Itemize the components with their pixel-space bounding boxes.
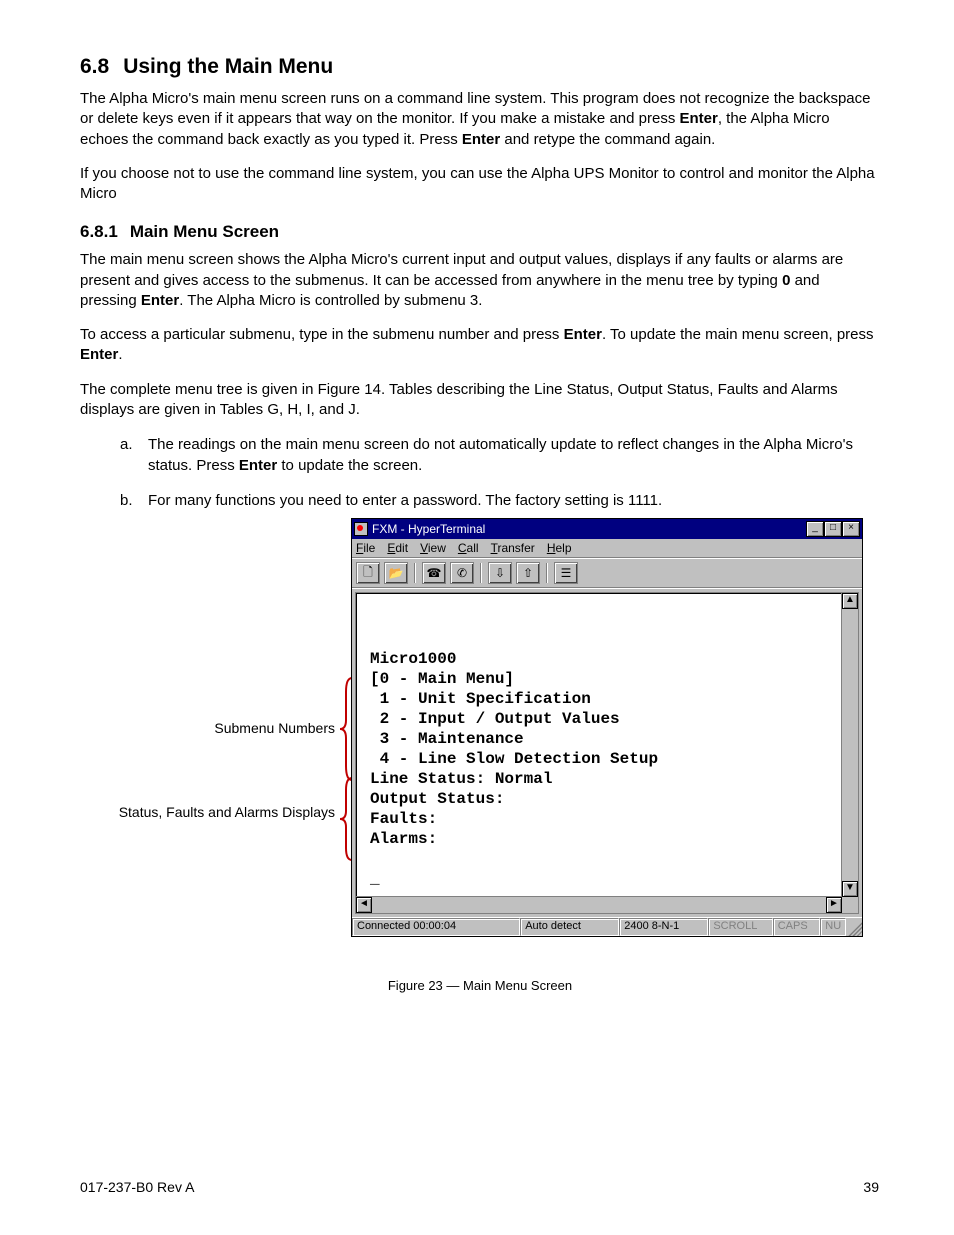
status-line: 2400 8-N-1 [619, 918, 708, 936]
hyperterminal-window: FXM - HyperTerminal _ □ × File Edit View… [351, 518, 863, 937]
send-icon[interactable]: ⇩ [488, 562, 512, 584]
annotation-submenu-numbers: Submenu Numbers [95, 720, 335, 736]
vertical-scrollbar[interactable]: ▲ ▼ [841, 593, 858, 897]
properties-icon[interactable]: ☰ [554, 562, 578, 584]
status-scroll: SCROLL [708, 918, 772, 936]
doc-id: 017-237-B0 Rev A [80, 1179, 194, 1195]
paragraph-3: The main menu screen shows the Alpha Mic… [80, 250, 879, 311]
paragraph-5: The complete menu tree is given in Figur… [80, 380, 879, 421]
annotation-status-displays: Status, Faults and Alarms Displays [95, 804, 335, 820]
status-connected: Connected 00:00:04 [352, 918, 520, 936]
statusbar: Connected 00:00:04 Auto detect 2400 8-N-… [352, 917, 862, 936]
connect-icon[interactable]: ☎ [422, 562, 446, 584]
lettered-list: a. The readings on the main menu screen … [80, 434, 879, 511]
menu-edit[interactable]: Edit [387, 541, 408, 555]
status-num: NU [820, 918, 846, 936]
subsection-title: Main Menu Screen [130, 222, 279, 241]
close-button[interactable]: × [842, 521, 860, 537]
paragraph-2: If you choose not to use the command lin… [80, 164, 879, 205]
menu-help[interactable]: Help [547, 541, 572, 555]
section-number: 6.8 [80, 55, 109, 78]
menu-file[interactable]: File [356, 541, 375, 555]
subsection-number: 6.8.1 [80, 222, 118, 241]
terminal-text: Micro1000 [0 - Main Menu] 1 - Unit Speci… [362, 599, 840, 889]
open-icon[interactable]: 📂 [384, 562, 408, 584]
menu-view[interactable]: View [420, 541, 446, 555]
paragraph-1: The Alpha Micro's main menu screen runs … [80, 89, 879, 150]
menubar: File Edit View Call Transfer Help [352, 539, 862, 558]
minimize-button[interactable]: _ [806, 521, 824, 537]
app-icon [354, 522, 368, 536]
scroll-right-icon[interactable]: ► [826, 897, 842, 913]
menu-transfer[interactable]: Transfer [491, 541, 535, 555]
section-title: Using the Main Menu [123, 55, 333, 78]
list-item: a. The readings on the main menu screen … [120, 434, 879, 476]
section-heading: 6.8 Using the Main Menu [80, 55, 879, 79]
scroll-down-icon[interactable]: ▼ [842, 881, 858, 897]
page-number: 39 [863, 1179, 879, 1195]
window-title: FXM - HyperTerminal [372, 522, 485, 536]
scroll-up-icon[interactable]: ▲ [842, 593, 858, 609]
maximize-button[interactable]: □ [824, 521, 842, 537]
scroll-left-icon[interactable]: ◄ [356, 897, 372, 913]
horizontal-scrollbar[interactable]: ◄ ► [356, 896, 842, 913]
list-item: b. For many functions you need to enter … [120, 490, 879, 511]
toolbar: 🗋 📂 ☎ ✆ ⇩ ⇧ ☰ [352, 558, 862, 588]
status-autodetect: Auto detect [520, 918, 619, 936]
titlebar[interactable]: FXM - HyperTerminal _ □ × [352, 519, 862, 539]
figure-caption: Figure 23 — Main Menu Screen [95, 978, 865, 993]
status-caps: CAPS [773, 918, 821, 936]
menu-call[interactable]: Call [458, 541, 479, 555]
page-footer: 017-237-B0 Rev A 39 [80, 1179, 879, 1195]
disconnect-icon[interactable]: ✆ [450, 562, 474, 584]
subsection-heading: 6.8.1 Main Menu Screen [80, 222, 879, 242]
terminal-area[interactable]: Micro1000 [0 - Main Menu] 1 - Unit Speci… [355, 592, 859, 914]
new-icon[interactable]: 🗋 [356, 562, 380, 584]
scroll-corner [842, 897, 858, 913]
paragraph-4: To access a particular submenu, type in … [80, 325, 879, 366]
resize-grip-icon[interactable] [846, 918, 862, 936]
receive-icon[interactable]: ⇧ [516, 562, 540, 584]
